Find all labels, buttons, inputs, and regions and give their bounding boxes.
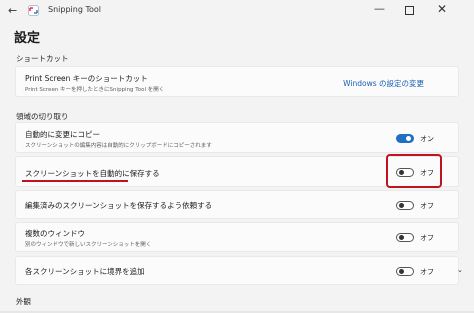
add-border-toggle[interactable] xyxy=(396,267,414,276)
annotation-underline xyxy=(22,180,128,182)
chevron-down-icon[interactable]: ⌄ xyxy=(457,266,463,274)
shortcut-title: Print Screen キーのショートカット xyxy=(25,74,148,83)
toggle-knob xyxy=(399,235,404,240)
setting-row-multiple-windows: 複数のウィンドウ 別のウィンドウで新しいスクリーンショットを開く オフ xyxy=(15,222,459,252)
multiple-windows-toggle[interactable] xyxy=(396,233,414,242)
annotation-highlight-box xyxy=(386,154,442,188)
toggle-state-label: オフ xyxy=(420,202,434,210)
setting-title: 編集済みのスクリーンショットを保存するよう依頼する xyxy=(25,201,213,210)
page-title: 設定 xyxy=(14,31,41,46)
app-title: Snipping Tool xyxy=(48,5,101,14)
toggle-knob xyxy=(406,136,411,141)
setting-title: 各スクリーンショットに境界を追加 xyxy=(25,267,145,276)
setting-subtitle: 別のウィンドウで新しいスクリーンショットを開く xyxy=(25,242,152,248)
setting-title: スクリーンショットを自動的に保存する xyxy=(25,169,160,178)
setting-subtitle: スクリーンショットの編集内容は自動的にクリップボードにコピーされます xyxy=(25,143,212,149)
setting-row-ask-save: 編集済みのスクリーンショットを保存するよう依頼する オフ xyxy=(15,190,459,219)
section-label-shortcut: ショートカット xyxy=(16,54,69,63)
title-bar: ← Snipping Tool — ✕ xyxy=(0,0,474,22)
toggle-state-label: オフ xyxy=(420,234,434,242)
setting-title: 複数のウィンドウ xyxy=(25,229,85,238)
toggle-state-label: オン xyxy=(420,135,434,143)
toggle-state-label: オフ xyxy=(420,268,434,276)
toggle-knob xyxy=(399,203,404,208)
setting-row-auto-copy: 自動的に変更にコピー スクリーンショットの編集内容は自動的にクリップボードにコピ… xyxy=(15,122,459,153)
snipping-tool-icon xyxy=(28,5,39,16)
minimize-button[interactable]: — xyxy=(374,2,385,15)
shortcut-card: Print Screen キーのショートカット Print Screen キーを… xyxy=(15,66,459,97)
section-label-appearance: 外観 xyxy=(16,297,31,306)
windows-settings-link[interactable]: Windows の設定の変更 xyxy=(343,78,424,89)
setting-title: 自動的に変更にコピー xyxy=(25,130,100,139)
maximize-button[interactable] xyxy=(405,6,414,15)
toggle-knob xyxy=(399,269,404,274)
setting-row-add-border[interactable]: 各スクリーンショットに境界を追加 オフ ⌄ xyxy=(15,256,463,285)
back-arrow-icon[interactable]: ← xyxy=(8,4,17,17)
ask-save-toggle[interactable] xyxy=(396,201,414,210)
shortcut-subtitle: Print Screen キーを押したときにSnipping Tool を開く xyxy=(25,87,165,93)
auto-copy-toggle[interactable] xyxy=(396,134,414,143)
close-button[interactable]: ✕ xyxy=(437,2,447,16)
section-label-snipping: 領域の切り取り xyxy=(16,112,69,121)
